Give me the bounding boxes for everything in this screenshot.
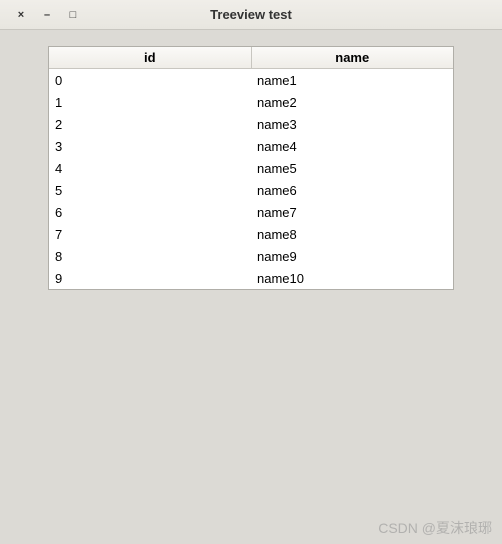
minimize-button[interactable]: – <box>34 5 60 25</box>
table-row[interactable]: 9 name10 <box>49 267 453 289</box>
cell-name: name5 <box>251 159 453 178</box>
cell-name: name1 <box>251 71 453 90</box>
cell-id: 3 <box>49 137 251 156</box>
cell-name: name6 <box>251 181 453 200</box>
cell-id: 5 <box>49 181 251 200</box>
app-body: id name 0 name1 1 name2 2 name3 3 name4 … <box>0 30 502 544</box>
treeview[interactable]: id name 0 name1 1 name2 2 name3 3 name4 … <box>48 46 454 290</box>
treeview-header: id name <box>49 47 453 69</box>
table-row[interactable]: 4 name5 <box>49 157 453 179</box>
window-titlebar: × – □ Treeview test <box>0 0 502 30</box>
table-row[interactable]: 6 name7 <box>49 201 453 223</box>
cell-name: name8 <box>251 225 453 244</box>
window-controls: × – □ <box>8 5 86 25</box>
table-row[interactable]: 7 name8 <box>49 223 453 245</box>
cell-name: name9 <box>251 247 453 266</box>
table-row[interactable]: 3 name4 <box>49 135 453 157</box>
maximize-icon: □ <box>70 9 77 21</box>
column-header-id[interactable]: id <box>49 47 252 68</box>
cell-name: name2 <box>251 93 453 112</box>
treeview-body: 0 name1 1 name2 2 name3 3 name4 4 name5 … <box>49 69 453 289</box>
close-icon: × <box>18 9 24 21</box>
cell-id: 4 <box>49 159 251 178</box>
cell-name: name10 <box>251 269 453 288</box>
table-row[interactable]: 5 name6 <box>49 179 453 201</box>
table-row[interactable]: 8 name9 <box>49 245 453 267</box>
cell-id: 2 <box>49 115 251 134</box>
cell-id: 6 <box>49 203 251 222</box>
table-row[interactable]: 0 name1 <box>49 69 453 91</box>
cell-id: 0 <box>49 71 251 90</box>
cell-name: name7 <box>251 203 453 222</box>
cell-id: 8 <box>49 247 251 266</box>
maximize-button[interactable]: □ <box>60 5 86 25</box>
window-title: Treeview test <box>86 7 494 22</box>
cell-name: name4 <box>251 137 453 156</box>
cell-name: name3 <box>251 115 453 134</box>
cell-id: 7 <box>49 225 251 244</box>
column-header-name[interactable]: name <box>252 47 454 68</box>
table-row[interactable]: 1 name2 <box>49 91 453 113</box>
minimize-icon: – <box>44 9 50 21</box>
close-button[interactable]: × <box>8 5 34 25</box>
cell-id: 1 <box>49 93 251 112</box>
table-row[interactable]: 2 name3 <box>49 113 453 135</box>
cell-id: 9 <box>49 269 251 288</box>
